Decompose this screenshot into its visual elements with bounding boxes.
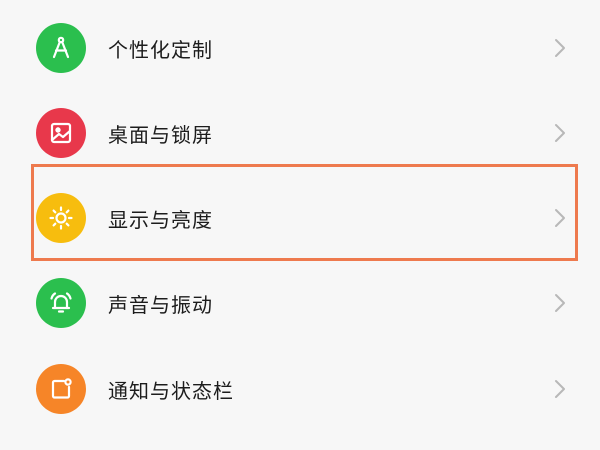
- settings-item-label: 声音与振动: [108, 292, 213, 317]
- brightness-icon: [36, 193, 86, 243]
- settings-item-label: 个性化定制: [108, 37, 213, 62]
- settings-item-desktop-lockscreen[interactable]: 桌面与锁屏: [0, 90, 600, 176]
- bell-icon: [36, 278, 86, 328]
- chevron-right-icon: [552, 37, 568, 59]
- settings-item-label: 显示与亮度: [108, 207, 213, 232]
- chevron-right-icon: [552, 292, 568, 314]
- settings-item-display-brightness[interactable]: 显示与亮度: [0, 175, 600, 261]
- chevron-right-icon: [552, 378, 568, 400]
- settings-item-personalization[interactable]: 个性化定制: [0, 5, 600, 91]
- compass-icon: [36, 23, 86, 73]
- notification-icon: [36, 364, 86, 414]
- settings-item-label: 桌面与锁屏: [108, 122, 213, 147]
- chevron-right-icon: [552, 207, 568, 229]
- chevron-right-icon: [552, 122, 568, 144]
- settings-item-sound-vibration[interactable]: 声音与振动: [0, 260, 600, 346]
- wallpaper-icon: [36, 108, 86, 158]
- settings-item-notification-statusbar[interactable]: 通知与状态栏: [0, 346, 600, 432]
- settings-list: 个性化定制 桌面与锁屏 显示与亮度 声音与振动 通知与状态栏: [0, 0, 600, 450]
- settings-item-label: 通知与状态栏: [108, 378, 234, 403]
